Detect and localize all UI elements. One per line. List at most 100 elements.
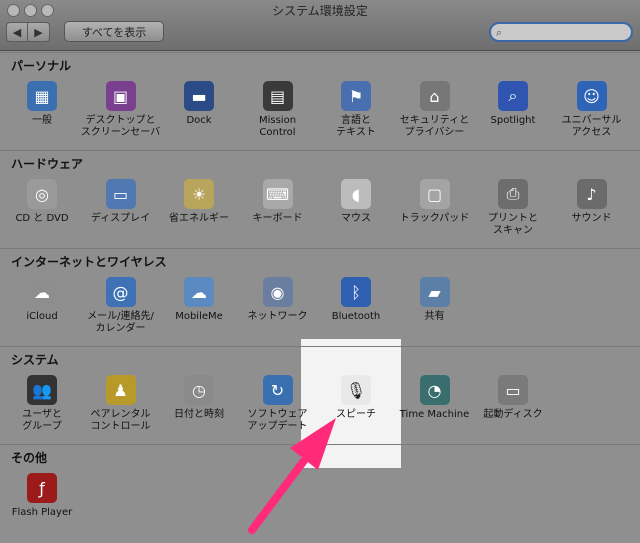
pane-label: 省エネルギー xyxy=(169,213,229,224)
pane-item[interactable]: ▣ デスクトップと スクリーンセーバ xyxy=(81,81,161,139)
pane-label: トラックパッド xyxy=(399,213,470,224)
pane-label: キーボード xyxy=(252,213,303,224)
pane-item[interactable]: ▬ Dock xyxy=(159,81,239,127)
pane-item[interactable]: ↻ ソフトウェア アップデート xyxy=(238,375,318,433)
forward-button[interactable]: ▶ xyxy=(28,22,50,42)
pane-label: Mission Control xyxy=(258,115,297,138)
cd-dvd-icon: ◎ xyxy=(27,179,57,209)
pane-item[interactable]: ◔ Time Machine xyxy=(395,375,475,421)
pane-label: メール/連絡先/ カレンダー xyxy=(87,311,154,334)
pane-label: プリントと スキャン xyxy=(488,213,538,236)
pane-label: セキュリティと プライバシー xyxy=(399,115,470,138)
pane-item[interactable]: ◷ 日付と時刻 xyxy=(159,375,239,421)
pane-item[interactable]: ☁ MobileMe xyxy=(159,277,239,323)
mouse-icon: ◖ xyxy=(341,179,371,209)
pane-item[interactable]: ◎ CD と DVD xyxy=(2,179,82,225)
pane-label: 一般 xyxy=(32,115,52,126)
pane-label: ソフトウェア アップデート xyxy=(247,409,308,432)
pane-item[interactable]: 👥 ユーザと グループ xyxy=(2,375,82,433)
pane-item[interactable]: ◖ マウス xyxy=(316,179,396,225)
section-0: パーソナル ▦ 一般 ▣ デスクトップと スクリーンセーバ ▬ Dock ▤ Mission C… xyxy=(0,52,640,151)
section-2: インターネットとワイヤレス ☁ iCloud @ メール/連絡先/ カレンダー ☁ Mobi… xyxy=(0,248,640,347)
pane-item[interactable]: ☀ 省エネルギー xyxy=(159,179,239,225)
pane-label: Flash Player xyxy=(11,507,73,518)
pane-label: iCloud xyxy=(26,311,58,322)
pane-item[interactable]: ▤ Mission Control xyxy=(238,81,318,139)
pane-item[interactable]: ƒ Flash Player xyxy=(2,473,82,519)
pane-label: Bluetooth xyxy=(331,311,381,322)
pane-label: Dock xyxy=(186,115,212,126)
pane-item[interactable]: ⌕ Spotlight xyxy=(473,81,553,127)
pane-item[interactable]: ▢ トラックパッド xyxy=(395,179,475,225)
time-machine-icon: ◔ xyxy=(419,375,450,405)
pane-label: ペアレンタル コントロール xyxy=(90,409,151,432)
mail-contacts-icon: @ xyxy=(105,277,136,307)
section-title: ハードウェア xyxy=(11,157,84,171)
flash-player-icon: ƒ xyxy=(27,473,57,503)
startup-disk-icon: ▭ xyxy=(498,375,528,405)
pane-label: MobileMe xyxy=(175,311,223,322)
pane-item[interactable]: ⌨ キーボード xyxy=(238,179,318,225)
sharing-icon: ▰ xyxy=(419,277,450,307)
date-time-icon: ◷ xyxy=(184,375,214,405)
mobileme-icon: ☁ xyxy=(184,277,214,307)
section-title: その他 xyxy=(11,451,48,465)
pane-item[interactable]: ▭ ディスプレイ xyxy=(81,179,161,225)
search-input[interactable]: ⌕ xyxy=(489,22,633,42)
sound-icon: ♪ xyxy=(576,179,607,209)
general-icon: ▦ xyxy=(27,81,57,111)
pane-label: Spotlight xyxy=(490,115,536,126)
desktop-icon: ▣ xyxy=(105,81,136,111)
section-3: システム 👥 ユーザと グループ ♟ ペアレンタル コントロール ◷ 日付と時刻 ↻ ソフトウェ… xyxy=(0,346,640,445)
pane-label: ユニバーサル アクセス xyxy=(561,115,622,138)
parental-controls-icon: ♟ xyxy=(105,375,136,405)
mission-control-icon: ▤ xyxy=(262,81,293,111)
pane-label: 共有 xyxy=(424,311,445,322)
security-icon: ⌂ xyxy=(419,81,450,111)
section-title: インターネットとワイヤレス xyxy=(11,255,167,269)
pane-item[interactable]: ⌂ セキュリティと プライバシー xyxy=(395,81,475,139)
display-icon: ▭ xyxy=(105,179,136,209)
pane-item[interactable]: ⚑ 言語と テキスト xyxy=(316,81,396,139)
network-icon: ◉ xyxy=(262,277,293,307)
pane-label: ネットワーク xyxy=(247,311,308,322)
pane-label: 起動ディスク xyxy=(483,409,543,420)
search-icon: ⌕ xyxy=(496,26,503,39)
microphone-icon: 🎙 xyxy=(341,375,371,405)
print-scan-icon: ⎙ xyxy=(498,179,528,209)
back-button[interactable]: ◀ xyxy=(6,22,28,42)
language-icon: ⚑ xyxy=(341,81,371,111)
window-title: システム環境設定 xyxy=(272,4,368,18)
section-title: パーソナル xyxy=(11,59,72,73)
pane-label: マウス xyxy=(341,213,371,224)
section-title: システム xyxy=(11,353,59,367)
pane-item[interactable]: ♪ サウンド xyxy=(552,179,632,225)
pane-item[interactable]: ▭ 起動ディスク xyxy=(473,375,553,421)
pane-item[interactable]: ♟ ペアレンタル コントロール xyxy=(81,375,161,433)
pane-item[interactable]: ◉ ネットワーク xyxy=(238,277,318,323)
pane-item[interactable]: ᛒ Bluetooth xyxy=(316,277,396,323)
dock-icon: ▬ xyxy=(184,81,214,111)
pane-item[interactable]: ▦ 一般 xyxy=(2,81,82,127)
universal-access-icon: ☺ xyxy=(576,81,607,111)
pane-item[interactable]: @ メール/連絡先/ カレンダー xyxy=(81,277,161,335)
pane-label: Time Machine xyxy=(399,409,470,420)
pane-item[interactable]: ⎙ プリントと スキャン xyxy=(473,179,553,237)
pane-label: ディスプレイ xyxy=(90,213,151,224)
pane-label: ユーザと グループ xyxy=(22,409,62,432)
section-1: ハードウェア ◎ CD と DVD ▭ ディスプレイ ☀ 省エネルギー ⌨ キーボード ◖ マウス ▢… xyxy=(0,150,640,249)
bluetooth-icon: ᛒ xyxy=(341,277,371,307)
keyboard-icon: ⌨ xyxy=(262,179,293,209)
show-all-button[interactable]: すべてを表示 xyxy=(64,21,164,42)
section-4: その他 ƒ Flash Player xyxy=(0,444,640,543)
icloud-icon: ☁ xyxy=(27,277,57,307)
pane-item[interactable]: ▰ 共有 xyxy=(395,277,475,323)
pane-item[interactable]: 🎙 スピーチ xyxy=(316,375,396,421)
pane-label: 日付と時刻 xyxy=(174,409,224,420)
pane-label: デスクトップと スクリーンセーバ xyxy=(80,115,161,138)
pane-label: 言語と テキスト xyxy=(336,115,376,138)
pane-item[interactable]: ☺ ユニバーサル アクセス xyxy=(552,81,632,139)
energy-saver-icon: ☀ xyxy=(184,179,214,209)
pane-item[interactable]: ☁ iCloud xyxy=(2,277,82,323)
pane-label: サウンド xyxy=(571,213,612,224)
